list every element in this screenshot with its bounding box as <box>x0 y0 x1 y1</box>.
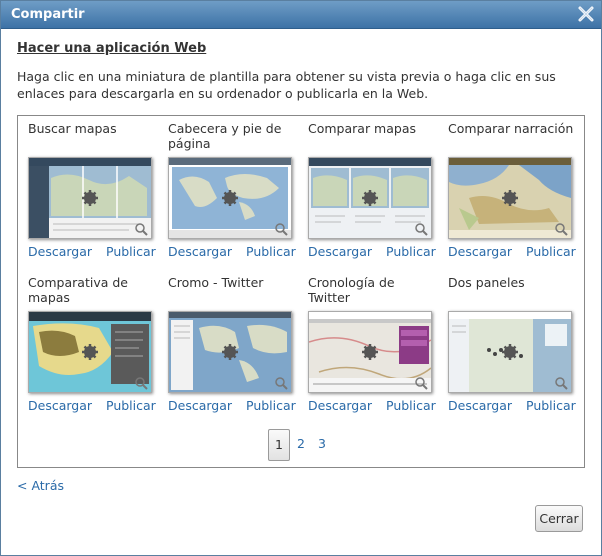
close-button[interactable]: Cerrar <box>535 505 583 532</box>
template-gallery: Buscar mapas Descargar Publicar Cabecera… <box>17 115 585 468</box>
template-thumbnail[interactable] <box>28 157 152 239</box>
template-tile: Comparar narración Descargar Publicar <box>448 121 576 266</box>
template-tile: Cabecera y pie de página Descargar Publi… <box>168 121 296 266</box>
download-link[interactable]: Descargar <box>308 244 372 259</box>
section-description: Haga clic en una miniatura de plantilla … <box>17 69 556 101</box>
template-name: Comparar narración <box>448 121 574 136</box>
template-tile: Cronología de Twitter Descargar Publicar <box>308 275 436 420</box>
page-1-button[interactable]: 1 <box>268 429 290 461</box>
close-icon[interactable] <box>577 5 595 23</box>
download-link[interactable]: Descargar <box>28 398 92 413</box>
download-link[interactable]: Descargar <box>448 398 512 413</box>
publish-link[interactable]: Publicar <box>386 398 436 413</box>
publish-link[interactable]: Publicar <box>526 244 576 259</box>
template-name: Dos paneles <box>448 275 525 290</box>
page-2-link[interactable]: 2 <box>297 429 305 459</box>
template-name: Comparar mapas <box>308 121 417 136</box>
template-tile: Comparativa de mapas Descargar Publicar <box>28 275 156 420</box>
publish-link[interactable]: Publicar <box>246 244 296 259</box>
template-name: Cromo - Twitter <box>168 275 264 290</box>
share-dialog: Compartir Hacer una aplicación Web Haga … <box>0 0 602 556</box>
back-link[interactable]: < Atrás <box>17 478 64 493</box>
template-thumbnail[interactable] <box>448 311 572 393</box>
publish-link[interactable]: Publicar <box>526 398 576 413</box>
dialog-titlebar: Compartir <box>1 1 601 29</box>
download-link[interactable]: Descargar <box>308 398 372 413</box>
download-link[interactable]: Descargar <box>168 244 232 259</box>
template-name: Cabecera y pie de página <box>168 121 282 151</box>
template-name: Buscar mapas <box>28 121 117 136</box>
template-thumbnail[interactable] <box>308 157 432 239</box>
template-thumbnail[interactable] <box>448 157 572 239</box>
template-tile: Comparar mapas Descargar Publicar <box>308 121 436 266</box>
publish-link[interactable]: Publicar <box>106 244 156 259</box>
template-thumbnail[interactable] <box>168 157 292 239</box>
download-link[interactable]: Descargar <box>448 244 512 259</box>
template-tile: Dos paneles Descargar Publicar <box>448 275 576 420</box>
page-3-link[interactable]: 3 <box>318 429 326 459</box>
template-name: Comparativa de mapas <box>28 275 128 305</box>
template-name: Cronología de Twitter <box>308 275 395 305</box>
template-tile: Buscar mapas Descargar Publicar <box>28 121 156 266</box>
template-tile: Cromo - Twitter Descargar Publicar <box>168 275 296 420</box>
publish-link[interactable]: Publicar <box>106 398 156 413</box>
publish-link[interactable]: Publicar <box>386 244 436 259</box>
publish-link[interactable]: Publicar <box>246 398 296 413</box>
section-heading: Hacer una aplicación Web <box>17 41 207 56</box>
dialog-title: Compartir <box>11 7 85 22</box>
download-link[interactable]: Descargar <box>28 244 92 259</box>
template-thumbnail[interactable] <box>28 311 152 393</box>
template-thumbnail[interactable] <box>168 311 292 393</box>
template-thumbnail[interactable] <box>308 311 432 393</box>
download-link[interactable]: Descargar <box>168 398 232 413</box>
